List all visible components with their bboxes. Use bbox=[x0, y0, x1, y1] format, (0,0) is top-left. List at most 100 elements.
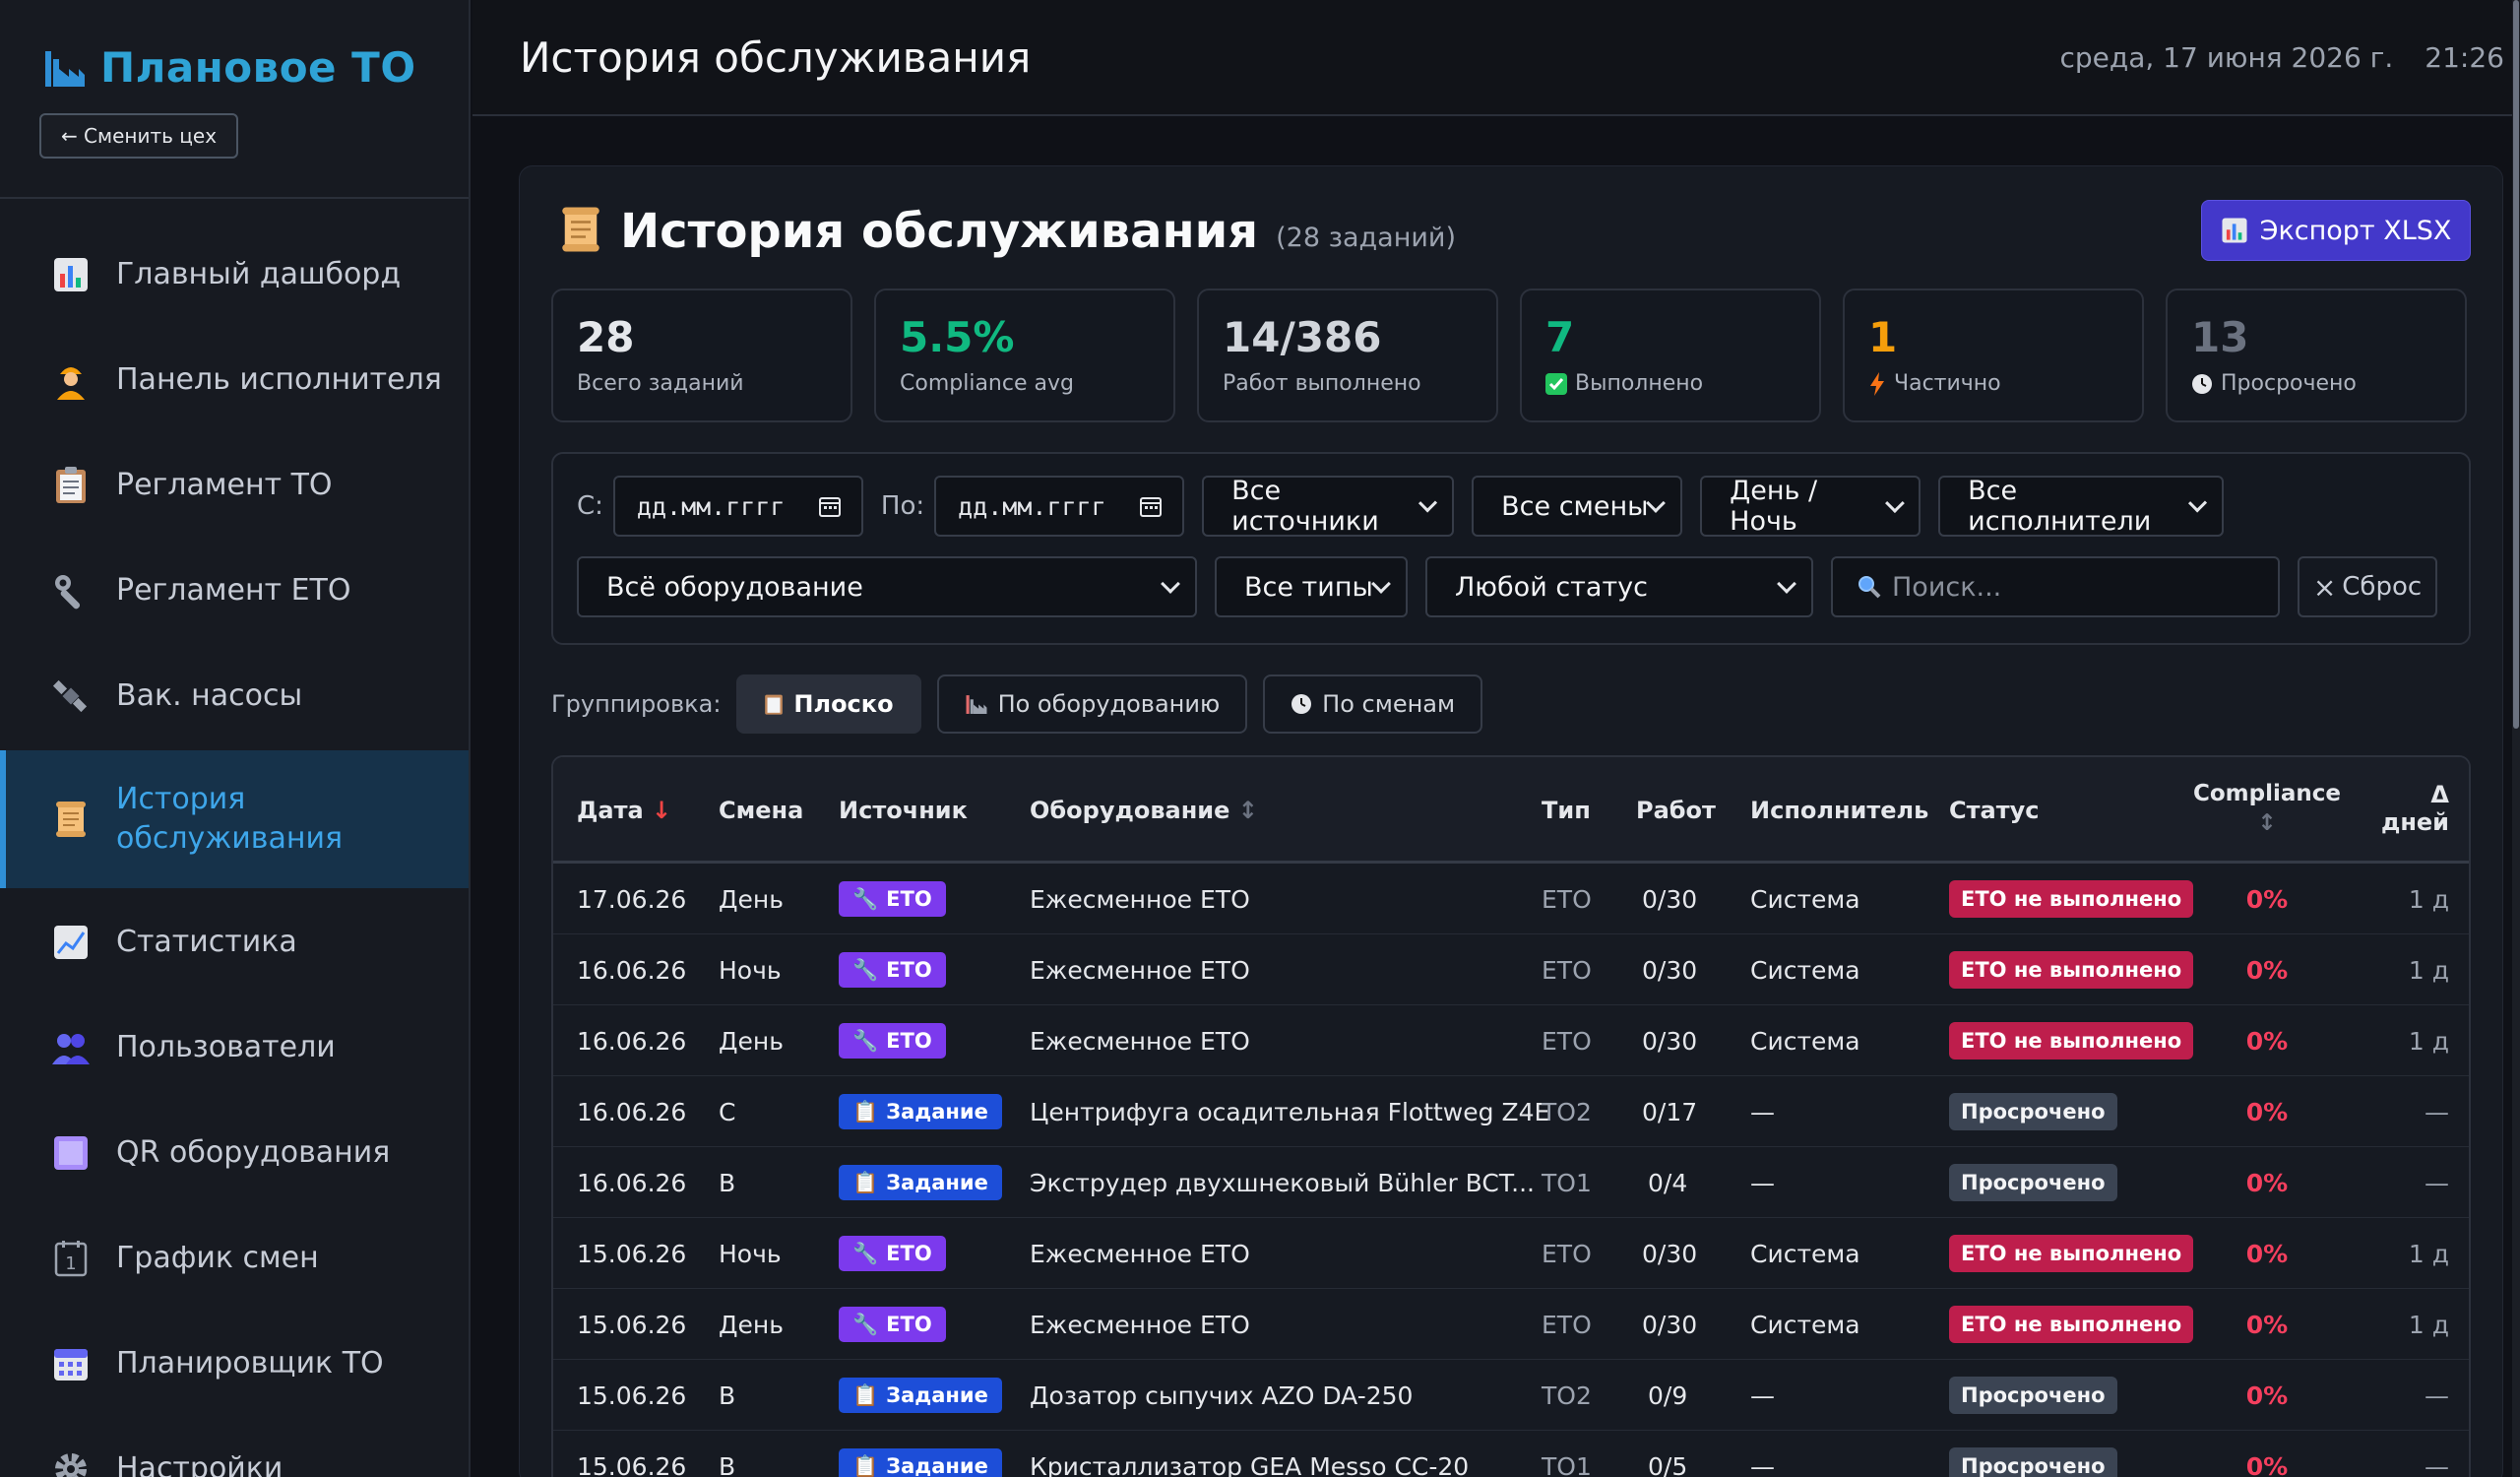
table-row[interactable]: 15.06.26 В 📋 Задание Дозатор сыпучих AZO … bbox=[553, 1360, 2469, 1431]
column-header-equipment[interactable]: Оборудование ↕ bbox=[1030, 797, 1258, 824]
cell-delta: 1 д bbox=[2408, 955, 2449, 985]
cell-date: 15.06.26 bbox=[577, 1451, 687, 1477]
group-equipment-button[interactable]: По оборудованию bbox=[936, 674, 1248, 734]
table-header: Дата ↓ Смена Источник Оборудование ↕ Тип… bbox=[553, 757, 2469, 864]
daynight-select[interactable]: День / Ночь bbox=[1700, 476, 1922, 537]
table-row[interactable]: 15.06.26 Ночь 🔧 ЕТО Ежесменное ЕТО ЕТО 0/… bbox=[553, 1218, 2469, 1289]
status-value: Любой статус bbox=[1455, 571, 1649, 603]
close-icon: × bbox=[2312, 570, 2337, 604]
sidebar-item-label: Регламент ЕТО bbox=[116, 573, 351, 608]
group-shifts-label: По сменам bbox=[1322, 690, 1456, 718]
table-row[interactable]: 16.06.26 В 📋 Задание Экструдер двухшнеков… bbox=[553, 1147, 2469, 1218]
sidebar-item-label: QR оборудования bbox=[116, 1135, 391, 1170]
calendar-icon[interactable] bbox=[1139, 494, 1163, 518]
group-shifts-button[interactable]: По сменам bbox=[1263, 674, 1483, 734]
clipboard-icon: 📋 bbox=[852, 1382, 879, 1407]
executors-select[interactable]: Все исполнители bbox=[1938, 476, 2225, 537]
date-from-input[interactable]: дд.мм.гггг bbox=[612, 476, 863, 537]
sidebar-item-history[interactable]: История обслуживания bbox=[0, 750, 469, 888]
sidebar-item-statistics[interactable]: Статистика bbox=[0, 896, 469, 989]
sources-select[interactable]: Все источники bbox=[1202, 476, 1455, 537]
stat-compliance: 5.5% Compliance avg bbox=[874, 289, 1175, 422]
cell-equipment: Ежесменное ЕТО bbox=[1030, 955, 1250, 985]
cell-delta: 1 д bbox=[2408, 1310, 2449, 1339]
sidebar-item-to-planner[interactable]: Планировщик ТО bbox=[0, 1317, 469, 1410]
table-row[interactable]: 15.06.26 В 📋 Задание Кристаллизатор GEA M… bbox=[553, 1431, 2469, 1477]
stat-label: Compliance avg bbox=[900, 371, 1074, 396]
satellite-icon bbox=[51, 676, 91, 716]
cell-equipment: Кристаллизатор GEA Messo CC-20 bbox=[1030, 1451, 1470, 1477]
history-card: История обслуживания (28 заданий) Экспор… bbox=[519, 165, 2503, 1477]
wrench-icon: 🔧 bbox=[852, 1312, 879, 1336]
date-from-placeholder: дд.мм.гггг bbox=[636, 491, 786, 521]
cell-status: ЕТО не выполнено bbox=[1949, 864, 2194, 934]
status-select[interactable]: Любой статус bbox=[1425, 556, 1813, 617]
sidebar-item-label: Настройки bbox=[116, 1451, 284, 1477]
scroll-icon bbox=[51, 800, 91, 839]
stat-overdue: 13 Просрочено bbox=[2166, 289, 2467, 422]
search-input[interactable]: Поиск... bbox=[1831, 556, 2280, 617]
sidebar-item-to-regulations[interactable]: Регламент ТО bbox=[0, 439, 469, 532]
cell-works: 0/9 bbox=[1648, 1381, 1688, 1410]
stat-value: 7 bbox=[1545, 313, 1575, 361]
stat-label: Выполнено bbox=[1575, 371, 1704, 396]
sidebar-item-shift-schedule[interactable]: 1 График смен bbox=[0, 1212, 469, 1305]
cell-equipment: Ежесменное ЕТО bbox=[1030, 1239, 1250, 1268]
sidebar-item-label: Главный дашборд bbox=[116, 257, 402, 291]
types-value: Все типы bbox=[1244, 571, 1373, 603]
equipment-select[interactable]: Всё оборудование bbox=[577, 556, 1197, 617]
column-header-compliance[interactable]: Compliance ↕ bbox=[2193, 781, 2341, 836]
reset-button[interactable]: × Сброс bbox=[2298, 556, 2437, 617]
table-row[interactable]: 16.06.26 С 📋 Задание Центрифуга осадитель… bbox=[553, 1076, 2469, 1147]
cell-works: 0/30 bbox=[1642, 955, 1698, 985]
cell-shift: В bbox=[719, 1451, 736, 1477]
sidebar: Плановое ТО ← Сменить цех Главный дашбор… bbox=[0, 0, 471, 1477]
card-title: История обслуживания bbox=[620, 204, 1259, 259]
cell-equipment: Экструдер двухшнековый Bühler BCT... bbox=[1030, 1168, 1535, 1197]
cell-source: 📋 Задание bbox=[839, 1076, 1002, 1147]
users-icon bbox=[51, 1028, 91, 1067]
export-xlsx-button[interactable]: Экспорт XLSX bbox=[2201, 200, 2471, 261]
bar-chart-icon bbox=[51, 255, 91, 294]
source-badge: 📋 Задание bbox=[839, 1448, 1002, 1477]
sidebar-item-eto-regulations[interactable]: Регламент ЕТО bbox=[0, 545, 469, 637]
sidebar-item-executor-panel[interactable]: Панель исполнителя bbox=[0, 334, 469, 426]
sidebar-item-vacuum-pumps[interactable]: Вак. насосы bbox=[0, 650, 469, 742]
table-row[interactable]: 16.06.26 Ночь 🔧 ЕТО Ежесменное ЕТО ЕТО 0/… bbox=[553, 934, 2469, 1005]
stat-total: 28 Всего заданий bbox=[551, 289, 852, 422]
column-header-source: Источник bbox=[839, 797, 968, 824]
factory-icon bbox=[966, 695, 987, 714]
clock-icon bbox=[2192, 373, 2212, 394]
sidebar-item-label: Статистика bbox=[116, 925, 297, 959]
current-date: среда, 17 июня 2026 г. bbox=[2059, 41, 2394, 74]
types-select[interactable]: Все типы bbox=[1215, 556, 1408, 617]
cell-type: ЕТО bbox=[1542, 1026, 1592, 1056]
page-scroll-thumb[interactable] bbox=[2513, 0, 2519, 729]
reset-label: Сброс bbox=[2342, 572, 2423, 602]
column-header-executor: Исполнитель bbox=[1750, 797, 1929, 824]
wrench-icon: 🔧 bbox=[852, 886, 879, 911]
sidebar-item-dashboard[interactable]: Главный дашборд bbox=[0, 228, 469, 321]
table-row[interactable]: 15.06.26 День 🔧 ЕТО Ежесменное ЕТО ЕТО 0/… bbox=[553, 1289, 2469, 1360]
stat-label: Всего заданий bbox=[577, 371, 744, 396]
group-flat-button[interactable]: Плоско bbox=[736, 674, 921, 734]
date-to-input[interactable]: дд.мм.гггг bbox=[934, 476, 1185, 537]
cell-shift: День bbox=[719, 1310, 784, 1339]
calendar-icon[interactable] bbox=[818, 494, 842, 518]
source-badge: 📋 Задание bbox=[839, 1094, 1002, 1129]
sidebar-item-label: Вак. насосы bbox=[116, 678, 303, 713]
shifts-select[interactable]: Все смены bbox=[1472, 476, 1683, 537]
cell-executor: Система bbox=[1750, 955, 1860, 985]
column-header-date[interactable]: Дата ↓ bbox=[577, 797, 671, 824]
table-row[interactable]: 17.06.26 День 🔧 ЕТО Ежесменное ЕТО ЕТО 0/… bbox=[553, 864, 2469, 934]
source-badge: 🔧 ЕТО bbox=[839, 1307, 946, 1342]
table-row[interactable]: 16.06.26 День 🔧 ЕТО Ежесменное ЕТО ЕТО 0/… bbox=[553, 1005, 2469, 1076]
status-badge: ЕТО не выполнено bbox=[1949, 880, 2194, 918]
sidebar-item-settings[interactable]: Настройки bbox=[0, 1423, 469, 1477]
brand[interactable]: Плановое ТО bbox=[43, 43, 416, 92]
change-workshop-button[interactable]: ← Сменить цех bbox=[39, 113, 238, 159]
status-badge: Просрочено bbox=[1949, 1377, 2117, 1414]
sidebar-item-qr[interactable]: QR оборудования bbox=[0, 1107, 469, 1199]
sidebar-item-users[interactable]: Пользователи bbox=[0, 1001, 469, 1094]
cell-status: Просрочено bbox=[1949, 1360, 2117, 1431]
